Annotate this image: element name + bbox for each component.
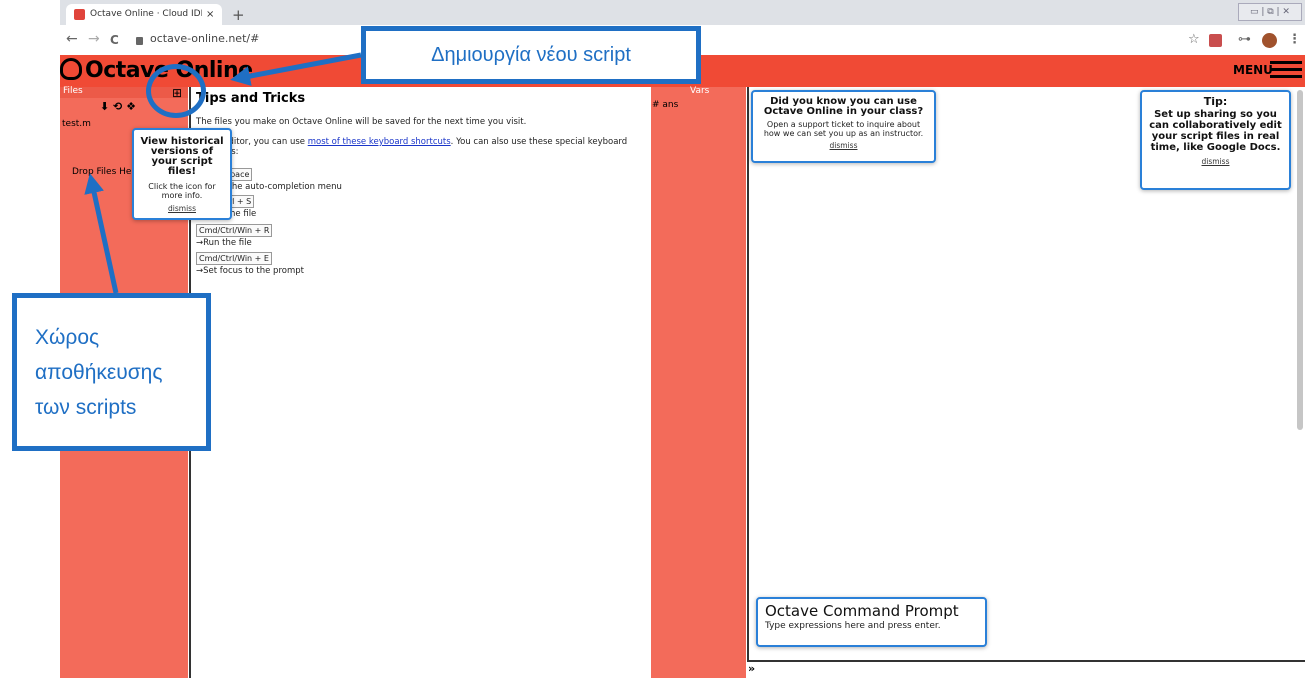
arrow-to-new-file-icon	[230, 52, 362, 86]
annotation-arrows	[84, 52, 362, 294]
arrow-to-files-panel	[84, 173, 119, 294]
